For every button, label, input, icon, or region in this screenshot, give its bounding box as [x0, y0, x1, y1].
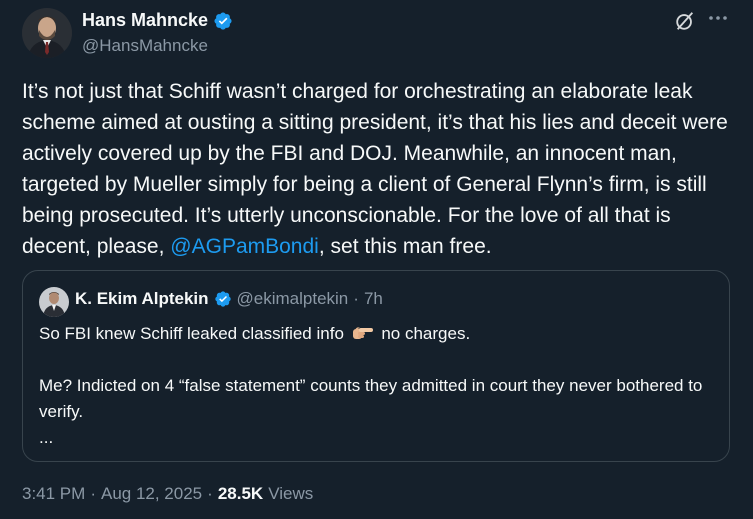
quote-author-handle[interactable]: @ekimalptekin	[237, 289, 349, 309]
author-name[interactable]: Hans Mahncke	[82, 10, 233, 31]
ellipsis-icon	[709, 16, 727, 20]
quote-author-avatar[interactable]	[39, 287, 69, 317]
quote-avatar-image	[39, 287, 69, 317]
meta-separator-1: ·	[90, 484, 96, 503]
author-avatar-image	[22, 8, 72, 58]
quote-line-1-start: So FBI knew Schiff leaked classified inf…	[39, 324, 349, 343]
tweet-text-part2: , set this man free.	[318, 235, 492, 258]
pointing-right-icon	[352, 327, 373, 339]
tweet-date[interactable]: Aug 12, 2025	[101, 484, 202, 504]
quote-author-name[interactable]: K. Ekim Alptekin	[75, 289, 209, 309]
quote-separator: ·	[353, 289, 359, 308]
quote-line-1: So FBI knew Schiff leaked classified inf…	[39, 321, 719, 347]
tweet-time[interactable]: 3:41 PM	[22, 484, 85, 504]
author-handle[interactable]: @HansMahncke	[82, 36, 208, 56]
quote-line-3: ...	[39, 428, 54, 447]
grok-icon[interactable]	[674, 10, 696, 32]
tweet-detail: Hans Mahncke @HansMahncke It’s not just …	[0, 0, 753, 519]
quote-line-1-end: no charges.	[376, 324, 471, 343]
quote-line-2: Me? Indicted on 4 “false statement” coun…	[39, 376, 703, 421]
views-label: Views	[268, 484, 314, 503]
mention-link[interactable]: @AGPamBondi	[170, 235, 319, 258]
tweet-text-part1: It’s not just that Schiff wasn’t charged…	[22, 80, 728, 258]
quote-text: So FBI knew Schiff leaked classified inf…	[39, 321, 719, 451]
tweet-meta: 3:41 PM · Aug 12, 2025 · 28.5K Views	[22, 484, 313, 504]
quote-header: K. Ekim Alptekin @ekimalptekin · 7h	[75, 289, 383, 309]
quote-blank-line	[39, 347, 719, 373]
quote-verified-badge-icon	[214, 291, 231, 307]
views-count: 28.5K	[217, 484, 264, 503]
meta-separator-2: ·	[207, 484, 213, 503]
author-avatar[interactable]	[22, 8, 72, 58]
quote-timestamp[interactable]: 7h	[364, 289, 383, 309]
tweet-text: It’s not just that Schiff wasn’t charged…	[22, 76, 734, 262]
more-options-icon[interactable]	[706, 6, 730, 30]
author-name-text[interactable]: Hans Mahncke	[82, 10, 208, 31]
quoted-tweet[interactable]: K. Ekim Alptekin @ekimalptekin · 7h So F…	[22, 270, 730, 462]
verified-badge-icon	[214, 11, 232, 30]
